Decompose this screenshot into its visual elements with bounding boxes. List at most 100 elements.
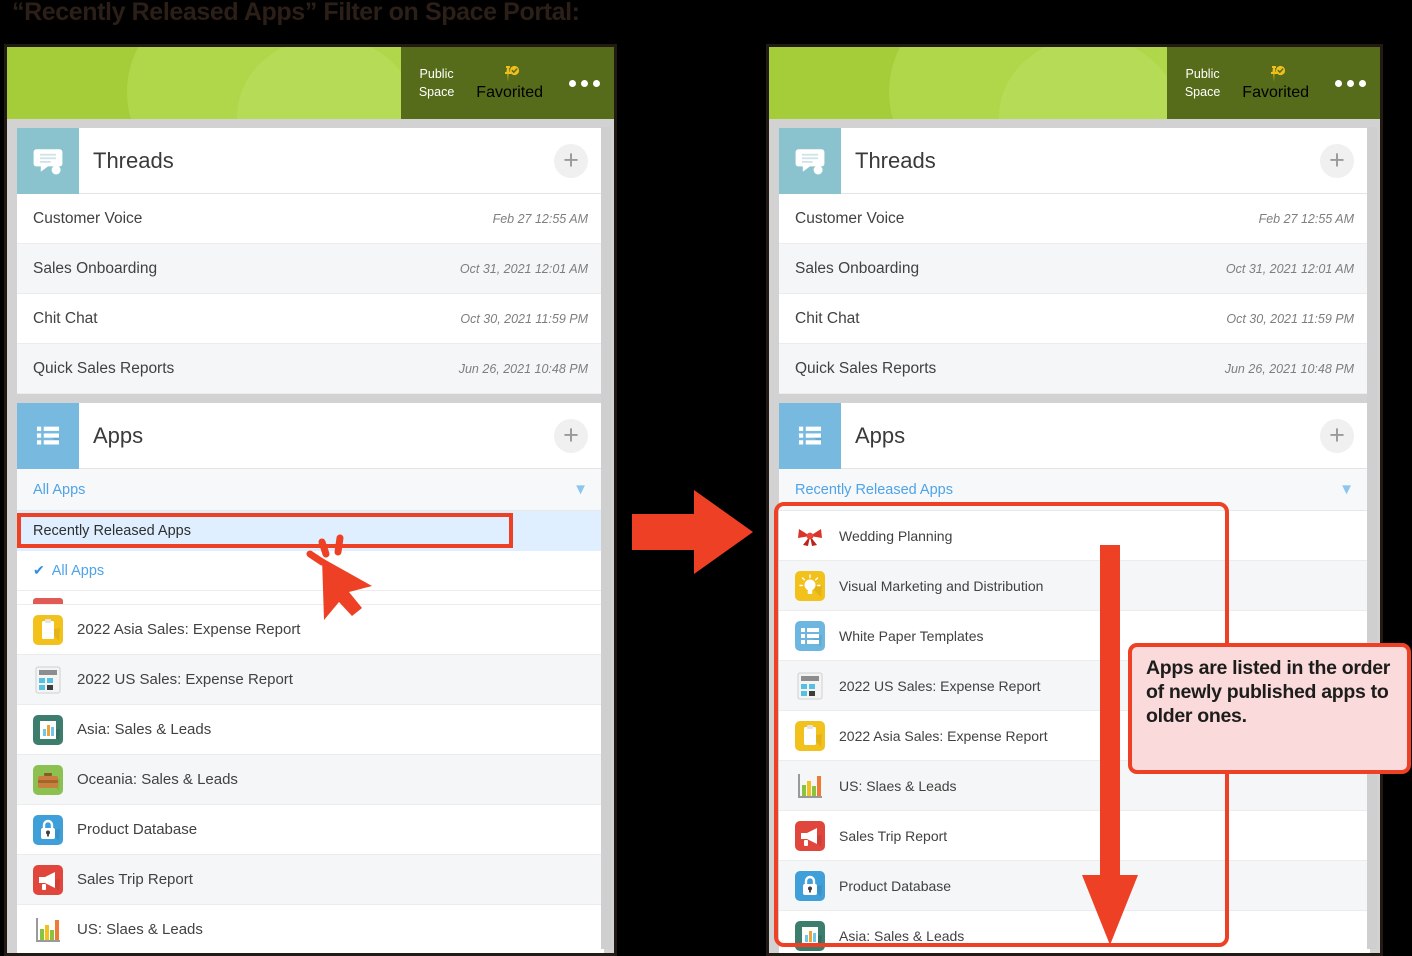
add-thread-button[interactable]: + [1320,143,1354,178]
app-list-item[interactable]: Product Database [17,805,604,855]
check-icon: ✔ [33,562,45,578]
thread-name: Quick Sales Reports [33,359,175,377]
clipboard-icon [33,614,63,645]
thread-row[interactable]: Chit Chat Oct 30, 2021 11:59 PM [17,294,604,344]
pin-check-icon [499,65,521,83]
thread-row[interactable]: Quick Sales Reports Jun 26, 2021 10:48 P… [779,344,1370,394]
app-header-brand-area [7,47,457,119]
chevron-down-icon: ▼ [1339,481,1354,498]
left-panel-scrollbar[interactable] [601,127,611,949]
thread-date: Feb 27 12:55 AM [492,211,588,226]
thread-name: Chit Chat [33,309,98,327]
app-list-item[interactable]: 2022 US Sales: Expense Report [17,655,604,705]
add-app-button[interactable]: + [1320,418,1354,453]
thread-name: Quick Sales Reports [795,359,937,377]
lock-icon [33,814,63,845]
favorited-label: Favorited [476,83,543,101]
megaphone-icon [33,864,63,895]
apps-list-icon [779,402,841,469]
thread-row[interactable]: Chit Chat Oct 30, 2021 11:59 PM [779,294,1370,344]
bar-chart-dark-icon [33,714,63,745]
public-space-line1: Public [419,66,454,81]
threads-title: Threads [93,147,174,173]
add-thread-button[interactable]: + [554,143,588,178]
threads-card-header: Threads + [779,127,1370,194]
callout-text: Apps are listed in the order of newly pu… [1146,657,1391,727]
app-list-item[interactable]: US: Slaes & Leads [17,905,604,953]
thread-row[interactable]: Quick Sales Reports Jun 26, 2021 10:48 P… [17,344,604,394]
public-space-line2: Space [418,85,455,99]
public-space-line2: Space [1184,85,1221,99]
app-header-bar: Public Space Favorited [769,47,1380,119]
thread-row[interactable]: Customer Voice Feb 27 12:55 AM [17,194,604,244]
highlight-box-dropdown-option [17,513,513,548]
app-header-actions: Public Space Favorited [1166,47,1380,119]
thread-name: Chit Chat [795,309,860,327]
app-name: US: Slaes & Leads [77,921,203,938]
thread-row[interactable]: Sales Onboarding Oct 31, 2021 12:01 AM [17,244,604,294]
thread-date: Jun 26, 2021 10:48 PM [458,361,588,376]
apps-filter-value: All Apps [33,481,86,498]
threads-card: Threads + Customer Voice Feb 27 12:55 AM… [779,127,1370,394]
more-options-icon[interactable] [1335,79,1366,87]
thread-date: Jun 26, 2021 10:48 PM [1224,361,1354,376]
apps-card-header: Apps + [779,402,1370,469]
public-space-line1: Public [1185,66,1220,81]
app-header-brand-area [769,47,1219,119]
threads-card: Threads + Customer Voice Feb 27 12:55 AM… [17,127,604,394]
screenshot-stage: “Recently Released Apps” Filter on Space… [0,0,1412,956]
thread-date: Oct 30, 2021 11:59 PM [460,311,588,326]
bar-graph-icon [33,915,63,945]
calculator-icon [33,665,63,695]
thread-name: Customer Voice [795,209,905,227]
public-space-indicator[interactable]: Public Space [1185,65,1220,101]
favorited-button[interactable]: Favorited [1242,65,1309,102]
thread-row[interactable]: Customer Voice Feb 27 12:55 AM [779,194,1370,244]
apps-title: Apps [855,422,906,448]
app-name: Product Database [77,821,198,838]
briefcase-icon [33,764,63,795]
apps-card-left: Apps + All Apps ▼ Recently Released Apps… [17,402,604,953]
page-title: “Recently Released Apps” Filter on Space… [12,0,580,26]
thread-date: Oct 31, 2021 12:01 AM [1225,261,1354,276]
threads-title: Threads [855,147,936,173]
thread-name: Sales Onboarding [33,259,158,277]
app-name: 2022 Asia Sales: Expense Report [77,621,301,638]
app-list-item[interactable]: Oceania: Sales & Leads [17,755,604,805]
app-name: Oceania: Sales & Leads [77,771,238,788]
chevron-down-icon: ▼ [573,481,588,498]
thread-date: Oct 31, 2021 12:01 AM [459,261,588,276]
favorited-button[interactable]: Favorited [476,65,543,102]
add-app-button[interactable]: + [554,418,588,453]
app-list-item[interactable]: Sales Trip Report [17,855,604,905]
favorited-label: Favorited [1242,83,1309,101]
app-name: Sales Trip Report [77,871,193,888]
thread-date: Feb 27 12:55 AM [1258,211,1354,226]
left-screenshot-panel: Public Space Favorited Threads + Custome… [4,44,617,956]
public-space-indicator[interactable]: Public Space [419,65,454,101]
thread-name: Sales Onboarding [795,259,920,277]
apps-filter-value: Recently Released Apps [795,481,953,498]
pin-check-icon [1265,65,1287,83]
callout-note: Apps are listed in the order of newly pu… [1128,643,1411,774]
right-arrow-icon [632,488,754,576]
right-panel-scrollbar[interactable] [1367,127,1377,949]
app-list-item[interactable]: Asia: Sales & Leads [17,705,604,755]
apps-filter-dropdown[interactable]: All Apps ▼ [17,469,604,511]
app-header-bar: Public Space Favorited [7,47,614,119]
threads-speech-bubble-icon [779,127,841,194]
threads-speech-bubble-icon [17,127,79,194]
app-header-actions: Public Space Favorited [400,47,614,119]
thread-date: Oct 30, 2021 11:59 PM [1226,311,1354,326]
thread-row[interactable]: Sales Onboarding Oct 31, 2021 12:01 AM [779,244,1370,294]
thread-name: Customer Voice [33,209,143,227]
app-name: 2022 US Sales: Expense Report [77,671,293,688]
app-name: Asia: Sales & Leads [77,721,212,738]
more-options-icon[interactable] [569,79,600,87]
apps-card-header: Apps + [17,402,604,469]
dropdown-option-all-apps-label: All Apps [51,562,105,579]
click-cursor-icon [292,516,382,621]
threads-card-header: Threads + [17,127,604,194]
apps-list-icon [17,402,79,469]
apps-title: Apps [93,422,144,448]
